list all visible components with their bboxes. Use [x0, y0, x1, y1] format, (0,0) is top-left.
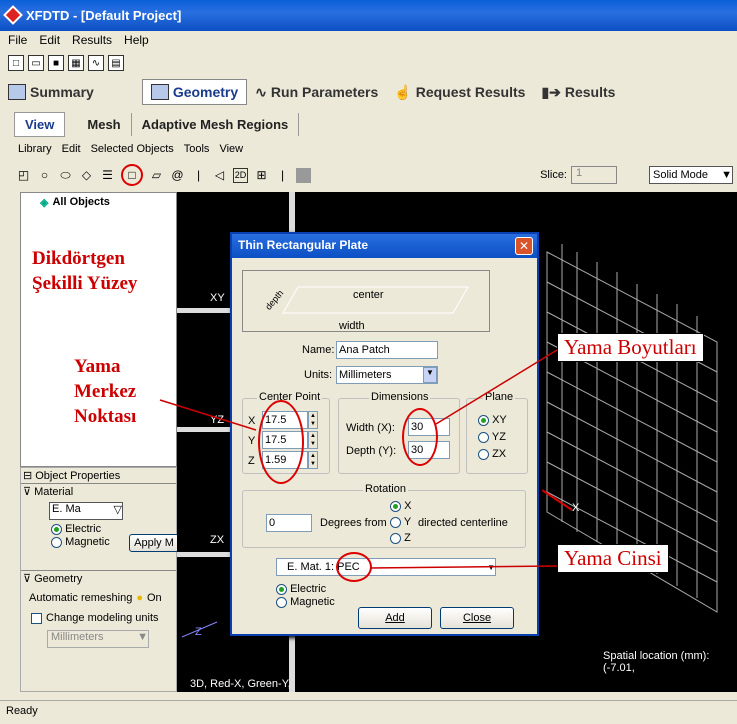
status-bar: Ready [0, 700, 737, 724]
status-text: Ready [6, 705, 38, 717]
annotation-arrows [159, 349, 558, 569]
